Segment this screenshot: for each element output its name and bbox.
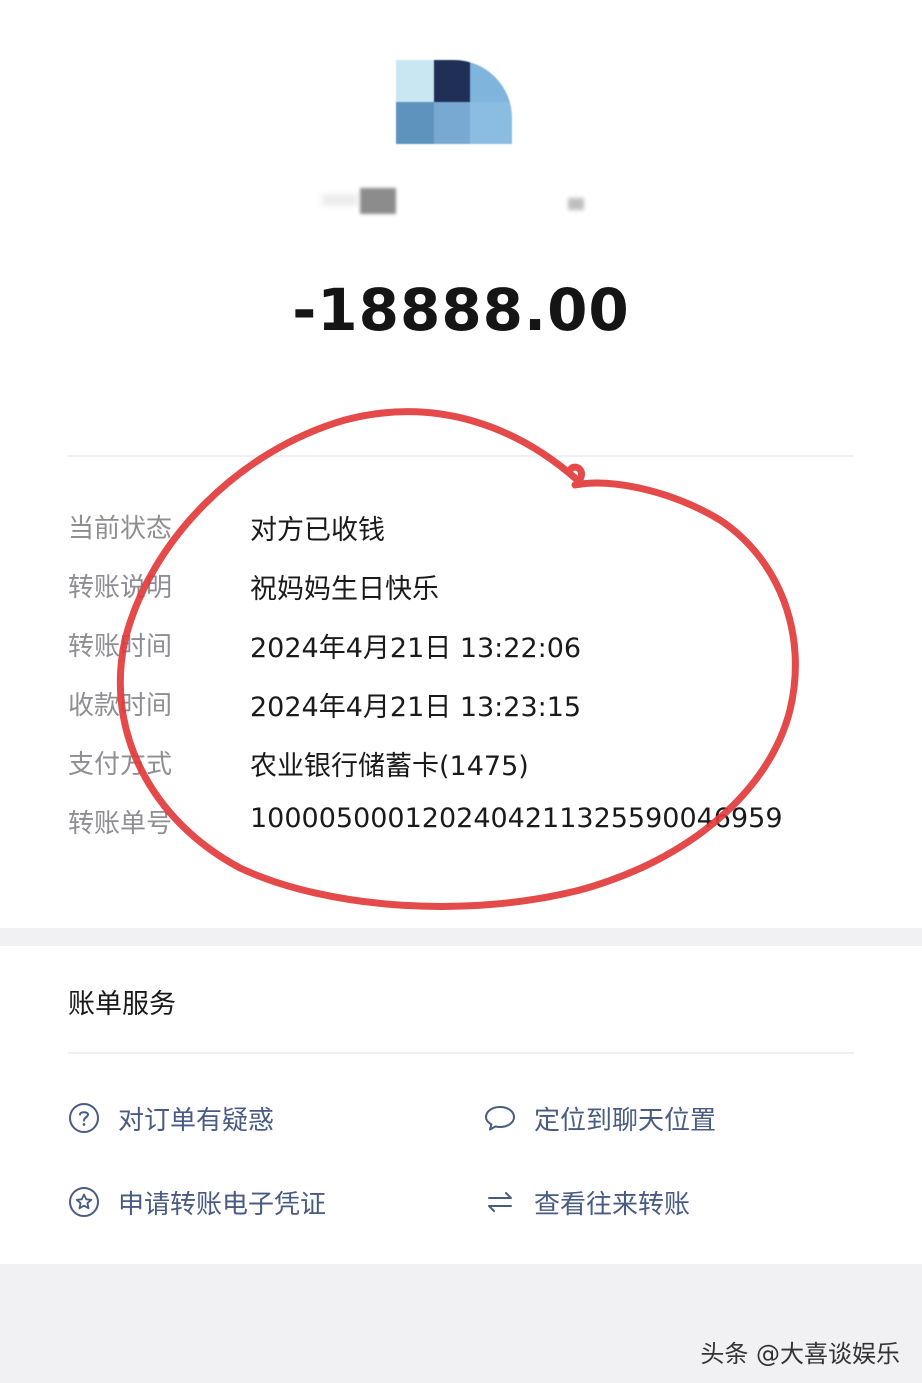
recipient-name-blurred <box>322 186 592 216</box>
detail-value: 对方已收钱 <box>250 515 385 546</box>
transfer-amount: -18888.00 <box>292 276 630 344</box>
detail-value: 农业银行储蓄卡(1475) <box>250 751 529 782</box>
detail-value: 2024年4月21日 13:23:15 <box>250 692 582 723</box>
view-transfer-history-link[interactable]: 查看往来转账 <box>484 1180 690 1224</box>
star-badge-icon <box>68 1186 100 1218</box>
service-label: 申请转账电子凭证 <box>118 1189 327 1220</box>
detail-label: 支付方式 <box>68 750 173 780</box>
service-label: 查看往来转账 <box>534 1189 691 1220</box>
exchange-arrows-icon <box>484 1186 516 1218</box>
detail-row-transfer-time: 转账时间 2024年4月21日 13:22:06 <box>68 626 868 666</box>
service-label: 定位到聊天位置 <box>534 1105 717 1136</box>
detail-value: 1000050001202404211325590046959 <box>250 803 783 834</box>
detail-label: 当前状态 <box>68 514 173 544</box>
bill-services-card: 账单服务 对订单有疑惑 定位到聊天位置 申请转账电子凭证 查看往来转账 <box>0 946 922 1264</box>
detail-row-receive-time: 收款时间 2024年4月21日 13:23:15 <box>68 685 868 725</box>
order-question-link[interactable]: 对订单有疑惑 <box>68 1096 274 1140</box>
locate-chat-link[interactable]: 定位到聊天位置 <box>484 1096 716 1140</box>
chat-bubble-icon <box>484 1102 516 1134</box>
section-title: 账单服务 <box>68 989 176 1020</box>
question-circle-icon <box>68 1102 100 1134</box>
avatar <box>396 60 512 144</box>
service-label: 对订单有疑惑 <box>118 1105 275 1136</box>
detail-row-note: 转账说明 祝妈妈生日快乐 <box>68 567 868 607</box>
detail-value: 祝妈妈生日快乐 <box>250 574 439 605</box>
apply-e-voucher-link[interactable]: 申请转账电子凭证 <box>68 1180 326 1224</box>
divider <box>68 455 854 457</box>
detail-row-payment-method: 支付方式 农业银行储蓄卡(1475) <box>68 744 868 784</box>
detail-label: 转账单号 <box>68 809 173 839</box>
transfer-detail-card: -18888.00 当前状态 对方已收钱 转账说明 祝妈妈生日快乐 转账时间 2… <box>0 0 922 928</box>
detail-value: 2024年4月21日 13:22:06 <box>250 633 582 664</box>
detail-label: 收款时间 <box>68 691 173 721</box>
detail-row-transfer-id: 转账单号 1000050001202404211325590046959 <box>68 803 868 843</box>
source-watermark: 头条 @大喜谈娱乐 <box>700 1340 900 1368</box>
detail-row-status: 当前状态 对方已收钱 <box>68 508 868 548</box>
detail-label: 转账时间 <box>68 632 173 662</box>
divider <box>68 1052 854 1054</box>
detail-label: 转账说明 <box>68 573 173 603</box>
